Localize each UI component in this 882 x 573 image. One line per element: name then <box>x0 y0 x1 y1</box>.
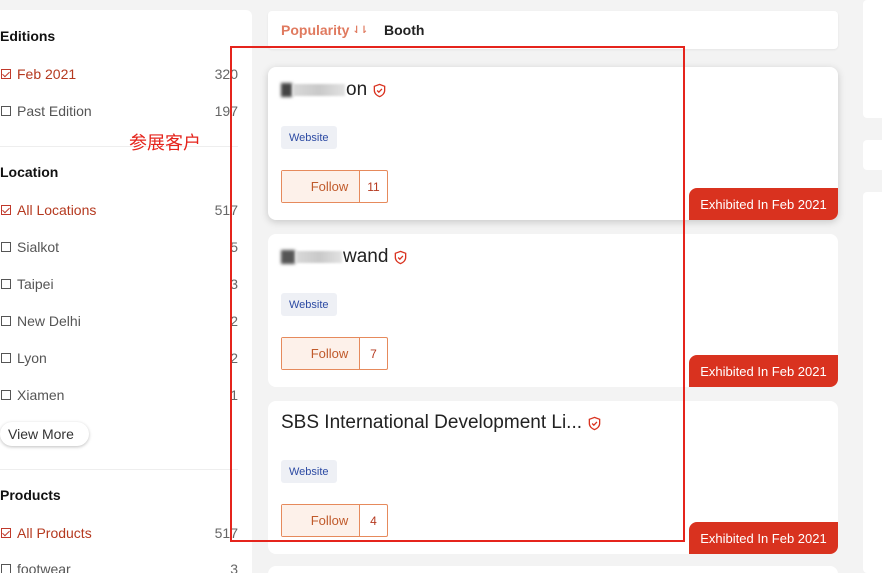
filter-label: Xiamen <box>17 387 65 403</box>
filter-label: Lyon <box>17 350 47 366</box>
filter-count: 5 <box>230 239 238 255</box>
filter-item-taipei[interactable]: Taipei 3 <box>0 274 238 294</box>
redacted-text <box>296 251 342 263</box>
follow-count: 11 <box>367 179 380 194</box>
divider <box>0 469 238 470</box>
exhibitor-name[interactable]: on <box>281 79 387 101</box>
filter-count: 517 <box>214 202 238 218</box>
exhibited-badge: Exhibited In Feb 2021 <box>689 522 838 554</box>
checkbox-icon[interactable] <box>1 205 11 215</box>
filter-count: 197 <box>214 103 238 119</box>
view-more-button[interactable]: View More <box>0 422 89 446</box>
sort-bar: Popularity ⇃⇂ Booth <box>268 11 838 49</box>
filter-label: Taipei <box>17 276 54 292</box>
checkbox-icon[interactable] <box>1 390 11 400</box>
filter-label: All Locations <box>17 202 97 218</box>
exhibitor-name-text: SBS International Development Li... <box>281 412 583 433</box>
filter-label: footwear <box>17 561 71 573</box>
verified-shield-icon <box>395 250 407 264</box>
follow-button[interactable]: Follow <box>282 338 360 369</box>
filter-item-all-locations[interactable]: All Locations 517 <box>0 200 238 220</box>
redacted-text <box>281 83 292 97</box>
exhibitor-card[interactable]: SBS International Development Li... Webs… <box>268 401 838 554</box>
checkbox-icon[interactable] <box>1 242 11 252</box>
sort-booth[interactable]: Booth <box>384 22 424 38</box>
filter-count: 3 <box>230 561 238 573</box>
filter-item-past-edition[interactable]: Past Edition 197 <box>0 101 238 121</box>
checkbox-icon[interactable] <box>1 353 11 363</box>
follow-button[interactable]: Follow <box>282 505 360 536</box>
verified-shield-icon <box>373 83 386 97</box>
exhibited-badge: Exhibited In Feb 2021 <box>689 188 838 220</box>
filter-item-footwear[interactable]: footwear 3 <box>0 559 238 573</box>
right-panel <box>863 140 882 170</box>
exhibitor-name[interactable]: wand <box>281 246 408 268</box>
checkbox-icon[interactable] <box>1 279 11 289</box>
exhibitor-card[interactable]: wand Website Follow 7 Exhibited In Feb 2… <box>268 234 838 387</box>
website-tag[interactable]: Website <box>281 293 337 316</box>
filter-label: All Products <box>17 525 92 541</box>
annotation-label: 参展客户 <box>129 133 201 154</box>
checkbox-icon[interactable] <box>1 106 11 116</box>
right-panel <box>863 192 882 573</box>
follow-group: Follow 11 <box>281 170 388 203</box>
exhibitor-name-text: on <box>346 79 368 100</box>
filter-count: 2 <box>230 350 238 366</box>
right-panel <box>863 0 882 118</box>
section-title-location: Location <box>0 164 59 180</box>
verified-shield-icon <box>588 416 601 430</box>
filter-count: 2 <box>230 313 238 329</box>
exhibitor-card[interactable]: on Website Follow 11 Exhibited In Feb 20… <box>268 67 838 220</box>
filter-count: 517 <box>214 525 238 541</box>
checkbox-icon[interactable] <box>1 69 11 79</box>
filter-label: Feb 2021 <box>17 66 77 82</box>
exhibitor-card-partial <box>268 566 838 573</box>
checkbox-icon[interactable] <box>1 316 11 326</box>
follow-group: Follow 7 <box>281 337 388 370</box>
filter-count: 1 <box>230 387 238 403</box>
redacted-text <box>293 84 345 96</box>
exhibited-badge: Exhibited In Feb 2021 <box>689 355 838 387</box>
follow-group: Follow 4 <box>281 504 388 537</box>
follow-count: 7 <box>370 346 377 361</box>
checkbox-icon[interactable] <box>1 528 11 538</box>
filter-sidebar: Editions Feb 2021 320 Past Edition 197 L… <box>0 10 252 573</box>
exhibitor-name-text: wand <box>343 246 389 267</box>
website-tag[interactable]: Website <box>281 126 337 149</box>
filter-item-sialkot[interactable]: Sialkot 5 <box>0 237 238 257</box>
section-title-products: Products <box>0 487 61 503</box>
divider <box>0 146 238 147</box>
follow-count: 4 <box>370 513 377 528</box>
sort-popularity-label: Popularity <box>281 22 350 38</box>
exhibitor-name[interactable]: SBS International Development Li... <box>281 412 602 434</box>
filter-item-xiamen[interactable]: Xiamen 1 <box>0 385 238 405</box>
filter-label: New Delhi <box>17 313 81 329</box>
sort-down-icon: ⇃⇂ <box>352 24 368 36</box>
filter-item-lyon[interactable]: Lyon 2 <box>0 348 238 368</box>
checkbox-icon[interactable] <box>1 564 11 573</box>
filter-count: 3 <box>230 276 238 292</box>
filter-item-feb-2021[interactable]: Feb 2021 320 <box>0 64 238 84</box>
redacted-text <box>281 250 295 264</box>
filter-label: Sialkot <box>17 239 60 255</box>
filter-count: 320 <box>214 66 238 82</box>
filter-label: Past Edition <box>17 103 92 119</box>
website-tag[interactable]: Website <box>281 460 337 483</box>
follow-button[interactable]: Follow <box>282 171 360 202</box>
section-title-editions: Editions <box>0 28 56 44</box>
filter-item-all-products[interactable]: All Products 517 <box>0 523 238 543</box>
filter-item-new-delhi[interactable]: New Delhi 2 <box>0 311 238 331</box>
sort-popularity[interactable]: Popularity ⇃⇂ <box>281 22 368 38</box>
